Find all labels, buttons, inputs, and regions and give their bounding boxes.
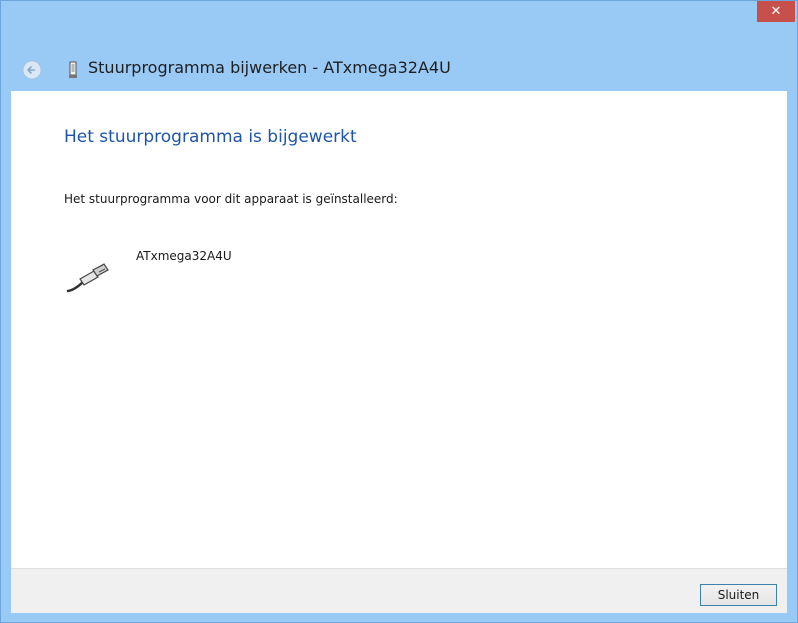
device-name: ATxmega32A4U bbox=[136, 249, 232, 263]
window-close-button[interactable]: ✕ bbox=[757, 1, 795, 22]
back-arrow-icon bbox=[22, 60, 42, 80]
back-button[interactable] bbox=[22, 60, 42, 80]
usb-device-icon bbox=[69, 61, 77, 78]
driver-update-window: ✕ Stuurprogramma bijwerken - ATxmega32A4… bbox=[0, 0, 798, 623]
status-heading: Het stuurprogramma is bijgewerkt bbox=[64, 127, 357, 147]
dialog-title: Stuurprogramma bijwerken - ATxmega32A4U bbox=[88, 58, 451, 77]
dialog-header: Stuurprogramma bijwerken - ATxmega32A4U bbox=[1, 53, 797, 87]
close-button[interactable]: Sluiten bbox=[700, 584, 777, 606]
content-area: Het stuurprogramma is bijgewerkt Het stu… bbox=[11, 91, 787, 568]
dialog-footer: Sluiten bbox=[11, 568, 787, 613]
usb-plug-icon bbox=[66, 263, 109, 293]
status-description: Het stuurprogramma voor dit apparaat is … bbox=[64, 192, 398, 206]
close-icon: ✕ bbox=[770, 4, 782, 19]
title-bar: ✕ bbox=[1, 1, 797, 41]
